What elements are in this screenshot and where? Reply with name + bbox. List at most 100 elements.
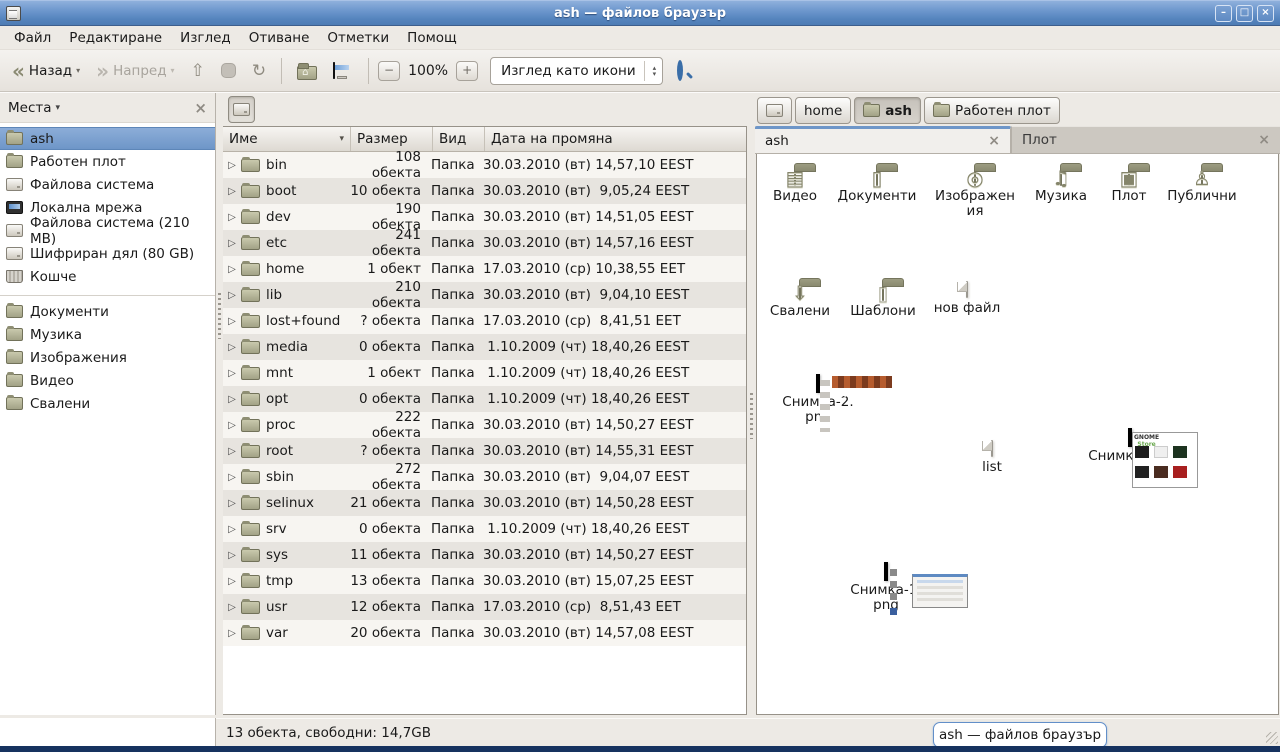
sidebar-close-icon[interactable]: × bbox=[194, 99, 207, 117]
resize-grip[interactable] bbox=[1266, 732, 1278, 744]
expander-icon[interactable]: ▷ bbox=[223, 550, 241, 561]
breadcrumb-home-button[interactable]: home bbox=[795, 97, 851, 124]
column-name[interactable]: Име▾ bbox=[223, 127, 351, 151]
table-row[interactable]: ▷ media 0 обекта Папка 1.10.2009 (чт) 18… bbox=[223, 334, 746, 360]
expander-icon[interactable]: ▷ bbox=[223, 472, 241, 483]
sidebar-place-item[interactable]: Файлова система (210 MB) bbox=[0, 219, 215, 242]
table-row[interactable]: ▷ sbin 272 обекта Папка 30.03.2010 (вт) … bbox=[223, 464, 746, 490]
file-snimka1-png[interactable]: Снимка-1. png bbox=[831, 564, 941, 613]
sidebar-selector-caret-icon[interactable]: ▾ bbox=[56, 103, 61, 113]
table-row[interactable]: ▷ mnt 1 обект Папка 1.10.2009 (чт) 18,40… bbox=[223, 360, 746, 386]
sidebar-resize-handle[interactable] bbox=[216, 93, 223, 715]
up-button[interactable]: ⇧ bbox=[185, 57, 211, 85]
expander-icon[interactable]: ▷ bbox=[223, 186, 241, 197]
taskbar-window-button[interactable]: ash — файлов браузър bbox=[933, 722, 1107, 748]
folder-documents[interactable]: ▯ Документи bbox=[835, 170, 919, 204]
menu-go[interactable]: Отиване bbox=[241, 27, 318, 49]
table-row[interactable]: ▷ root ? обекта Папка 30.03.2010 (вт) 14… bbox=[223, 438, 746, 464]
reload-button[interactable]: ↻ bbox=[246, 57, 272, 85]
table-row[interactable]: ▷ boot 10 обекта Папка 30.03.2010 (вт) 9… bbox=[223, 178, 746, 204]
column-date[interactable]: Дата на промяна bbox=[485, 127, 746, 151]
icon-view[interactable]: ▤ Видео ▯ Документи ◎ Изображен ия ♫ Муз… bbox=[756, 154, 1279, 715]
expander-icon[interactable]: ▷ bbox=[223, 290, 241, 301]
breadcrumb-ash-button[interactable]: ash bbox=[854, 97, 921, 124]
sidebar-place-item[interactable]: Изображения bbox=[0, 346, 215, 369]
expander-icon[interactable]: ▷ bbox=[223, 524, 241, 535]
sidebar-place-item[interactable]: Работен плот bbox=[0, 150, 215, 173]
expander-icon[interactable]: ▷ bbox=[223, 420, 241, 431]
file-snimka-png[interactable]: GNOME Store Снимка.png bbox=[1075, 430, 1185, 464]
expander-icon[interactable]: ▷ bbox=[223, 446, 241, 457]
table-row[interactable]: ▷ var 20 обекта Папка 30.03.2010 (вт) 14… bbox=[223, 620, 746, 646]
file-list[interactable]: list bbox=[950, 441, 1034, 475]
sidebar-place-item[interactable]: Видео bbox=[0, 369, 215, 392]
table-row[interactable]: ▷ selinux 21 обекта Папка 30.03.2010 (вт… bbox=[223, 490, 746, 516]
tab-ash[interactable]: ash × bbox=[755, 126, 1011, 153]
computer-button[interactable] bbox=[327, 59, 359, 83]
expander-icon[interactable]: ▷ bbox=[223, 602, 241, 613]
view-mode-spinner-icon[interactable]: ▴▾ bbox=[653, 65, 657, 77]
sidebar-place-item[interactable]: ash bbox=[0, 127, 215, 150]
menu-edit[interactable]: Редактиране bbox=[61, 27, 170, 49]
expander-icon[interactable]: ▷ bbox=[223, 160, 241, 171]
folder-video[interactable]: ▤ Видео bbox=[756, 170, 837, 204]
expander-icon[interactable]: ▷ bbox=[223, 628, 241, 639]
expander-icon[interactable]: ▷ bbox=[223, 498, 241, 509]
zoom-out-button[interactable]: − bbox=[378, 61, 400, 81]
menu-help[interactable]: Помощ bbox=[399, 27, 465, 49]
sidebar-place-item[interactable]: Музика bbox=[0, 323, 215, 346]
home-button[interactable]: ⌂ bbox=[291, 58, 323, 84]
expander-icon[interactable]: ▷ bbox=[223, 394, 241, 405]
minimize-button[interactable]: – bbox=[1215, 5, 1232, 22]
folder-images[interactable]: ◎ Изображен ия bbox=[933, 170, 1017, 219]
split-resize-handle[interactable] bbox=[748, 93, 755, 715]
sidebar-place-item[interactable]: Файлова система bbox=[0, 173, 215, 196]
file-new-file[interactable]: нов файл bbox=[925, 282, 1009, 316]
table-row[interactable]: ▷ tmp 13 обекта Папка 30.03.2010 (вт) 15… bbox=[223, 568, 746, 594]
column-type[interactable]: Вид bbox=[433, 127, 485, 151]
breadcrumb-root-button[interactable] bbox=[757, 97, 792, 124]
tab-close-icon[interactable]: × bbox=[1258, 132, 1270, 148]
stop-button[interactable] bbox=[215, 59, 242, 82]
expander-icon[interactable]: ▷ bbox=[223, 212, 241, 223]
tab-plot[interactable]: Плот × bbox=[1011, 126, 1280, 153]
sidebar-place-item[interactable]: Шифриран дял (80 GB) bbox=[0, 242, 215, 265]
search-icon[interactable] bbox=[677, 63, 693, 79]
sidebar-place-item[interactable]: Документи bbox=[0, 300, 215, 323]
expander-icon[interactable]: ▷ bbox=[223, 316, 241, 327]
folder-downloads[interactable]: ⇩ Свалени bbox=[758, 285, 842, 319]
back-dropdown-icon[interactable]: ▾ bbox=[76, 66, 80, 75]
view-mode-select[interactable]: Изглед като икони ▴▾ bbox=[490, 57, 663, 85]
folder-desktop[interactable]: ▣ Плот bbox=[1087, 170, 1171, 204]
close-button[interactable]: × bbox=[1257, 5, 1274, 22]
sidebar-place-item[interactable]: Свалени bbox=[0, 392, 215, 415]
menu-view[interactable]: Изглед bbox=[172, 27, 239, 49]
breadcrumb-desktop-button[interactable]: Работен плот bbox=[924, 97, 1060, 124]
expander-icon[interactable]: ▷ bbox=[223, 264, 241, 275]
table-row[interactable]: ▷ srv 0 обекта Папка 1.10.2009 (чт) 18,4… bbox=[223, 516, 746, 542]
tab-close-icon[interactable]: × bbox=[988, 133, 1000, 149]
expander-icon[interactable]: ▷ bbox=[223, 342, 241, 353]
folder-templates[interactable]: ▯ Шаблони bbox=[841, 285, 925, 319]
file-snimka2-png[interactable]: GUADEC Снимка-2. png bbox=[763, 376, 873, 425]
menu-bookmarks[interactable]: Отметки bbox=[319, 27, 397, 49]
expander-icon[interactable]: ▷ bbox=[223, 368, 241, 379]
table-row[interactable]: ▷ proc 222 обекта Папка 30.03.2010 (вт) … bbox=[223, 412, 746, 438]
expander-icon[interactable]: ▷ bbox=[223, 238, 241, 249]
table-row[interactable]: ▷ bin 108 обекта Папка 30.03.2010 (вт) 1… bbox=[223, 152, 746, 178]
sidebar-place-item[interactable]: Кошче bbox=[0, 265, 215, 288]
expander-icon[interactable]: ▷ bbox=[223, 576, 241, 587]
table-row[interactable]: ▷ sys 11 обекта Папка 30.03.2010 (вт) 14… bbox=[223, 542, 746, 568]
forward-dropdown-icon[interactable]: ▾ bbox=[171, 66, 175, 75]
table-row[interactable]: ▷ lost+found ? обекта Папка 17.03.2010 (… bbox=[223, 308, 746, 334]
folder-public[interactable]: ♙ Публични bbox=[1160, 170, 1244, 204]
maximize-button[interactable]: □ bbox=[1236, 5, 1253, 22]
table-row[interactable]: ▷ home 1 обект Папка 17.03.2010 (ср) 10,… bbox=[223, 256, 746, 282]
zoom-in-button[interactable]: + bbox=[456, 61, 478, 81]
root-path-button[interactable] bbox=[228, 96, 255, 123]
table-row[interactable]: ▷ lib 210 обекта Папка 30.03.2010 (вт) 9… bbox=[223, 282, 746, 308]
table-row[interactable]: ▷ usr 12 обекта Папка 17.03.2010 (ср) 8,… bbox=[223, 594, 746, 620]
menu-file[interactable]: Файл bbox=[6, 27, 59, 49]
sidebar-selector[interactable]: Места bbox=[8, 100, 52, 116]
table-row[interactable]: ▷ dev 190 обекта Папка 30.03.2010 (вт) 1… bbox=[223, 204, 746, 230]
